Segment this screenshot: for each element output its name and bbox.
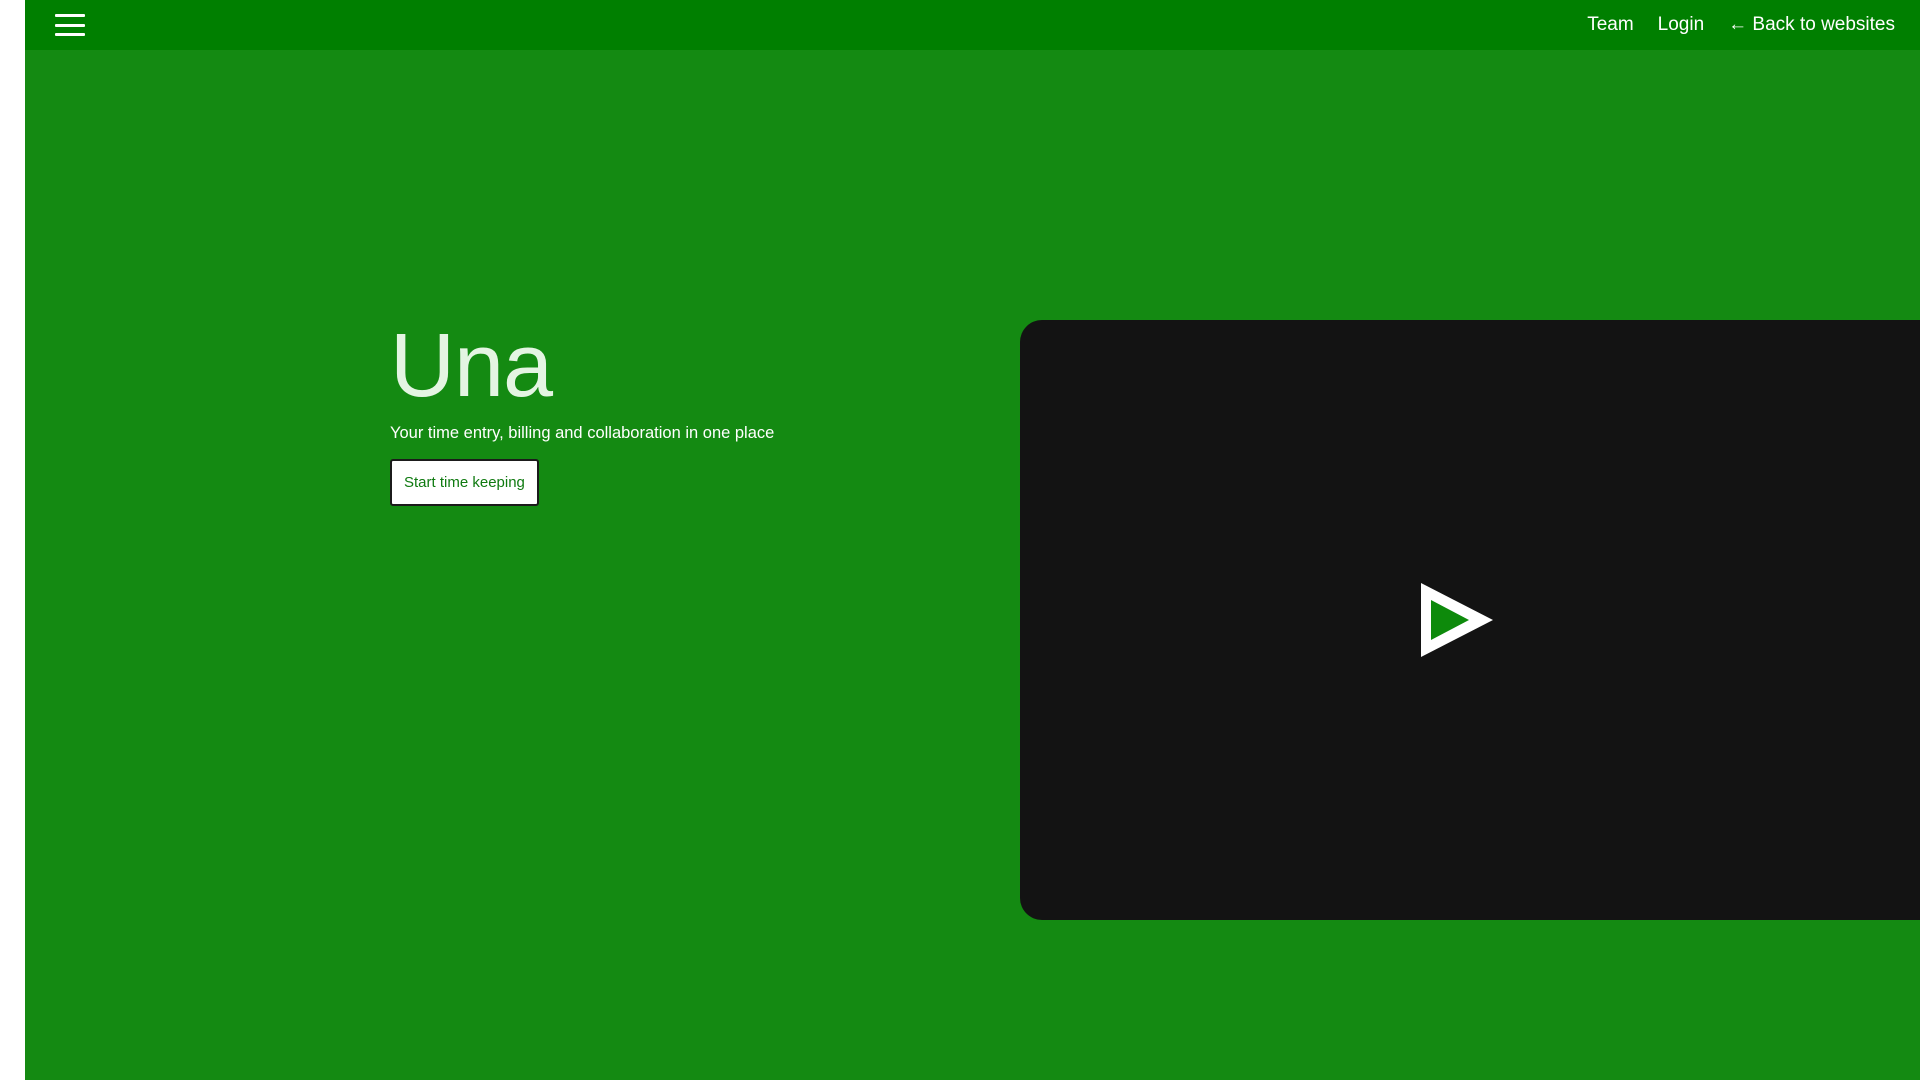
hero-title: Una — [390, 316, 553, 416]
hero-subtitle: Your time entry, billing and collaborati… — [390, 424, 775, 442]
menu-line — [55, 33, 85, 36]
video-player[interactable] — [1020, 320, 1920, 920]
team-link[interactable]: Team — [1587, 14, 1633, 36]
top-navigation-bar: Team Login ← Back to websites — [25, 0, 1920, 50]
nav-links: Team Login ← Back to websites — [1587, 14, 1895, 36]
back-to-websites-link[interactable]: ← Back to websites — [1728, 14, 1895, 36]
hero-section: Una Your time entry, billing and collabo… — [390, 316, 950, 506]
start-time-keeping-button[interactable]: Start time keeping — [390, 459, 539, 506]
menu-line — [55, 23, 85, 27]
hamburger-menu-icon[interactable] — [55, 14, 85, 36]
left-page-strip — [0, 0, 25, 1080]
menu-line — [55, 14, 85, 17]
login-link[interactable]: Login — [1658, 14, 1705, 36]
landing-page: Team Login ← Back to websites Una Your t… — [25, 0, 1920, 1080]
play-icon[interactable] — [1417, 580, 1497, 660]
